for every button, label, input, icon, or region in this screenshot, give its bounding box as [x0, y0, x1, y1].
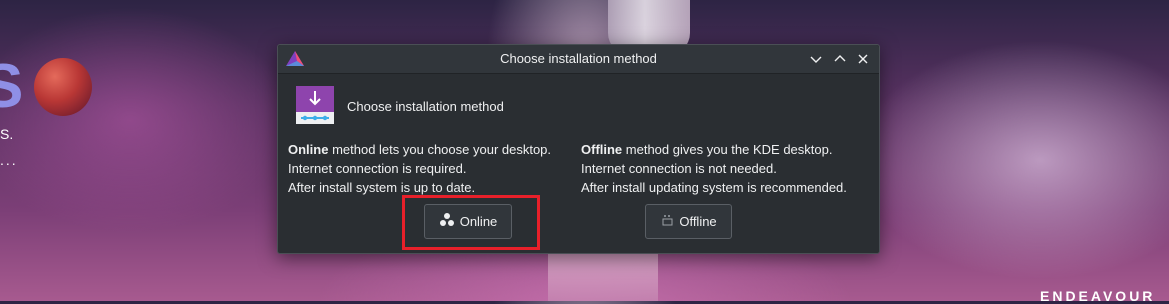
wallpaper-launchpad: [548, 252, 658, 301]
offline-drive-icon: [660, 213, 674, 230]
chevron-up-icon: [834, 55, 846, 62]
online-method-name: Online: [288, 142, 329, 157]
dialog-heading: Choose installation method: [347, 99, 504, 114]
offline-line2: Internet connection is not needed.: [581, 161, 777, 176]
online-description: Online method lets you choose your deskt…: [288, 140, 551, 197]
offline-line1: method gives you the KDE desktop.: [622, 142, 833, 157]
maximize-button[interactable]: [830, 49, 850, 69]
wallpaper-planet: [34, 58, 92, 116]
installation-method-dialog: Choose installation method Choose instal…: [277, 44, 880, 254]
wallpaper-letter: S: [0, 52, 24, 121]
minimize-button[interactable]: [806, 49, 826, 69]
wallpaper-brand: ENDEAVOUR: [1040, 288, 1156, 304]
dialog-title: Choose installation method: [500, 51, 657, 66]
close-button[interactable]: [853, 49, 873, 69]
offline-description: Offline method gives you the KDE desktop…: [581, 140, 847, 197]
offline-button[interactable]: Offline: [645, 204, 732, 239]
online-line2: Internet connection is required.: [288, 161, 467, 176]
offline-method-name: Offline: [581, 142, 623, 157]
offline-button-label: Offline: [679, 214, 717, 229]
wallpaper-dots: ...: [0, 152, 18, 168]
wallpaper-text-line: S.: [0, 126, 14, 142]
chevron-down-icon: [810, 56, 822, 63]
online-line1: method lets you choose your desktop.: [328, 142, 552, 157]
download-install-icon: [294, 85, 336, 132]
offline-line3: After install updating system is recomme…: [581, 180, 847, 195]
dialog-titlebar[interactable]: Choose installation method: [278, 45, 879, 74]
close-icon: [858, 54, 868, 64]
highlight-box: [402, 195, 540, 250]
